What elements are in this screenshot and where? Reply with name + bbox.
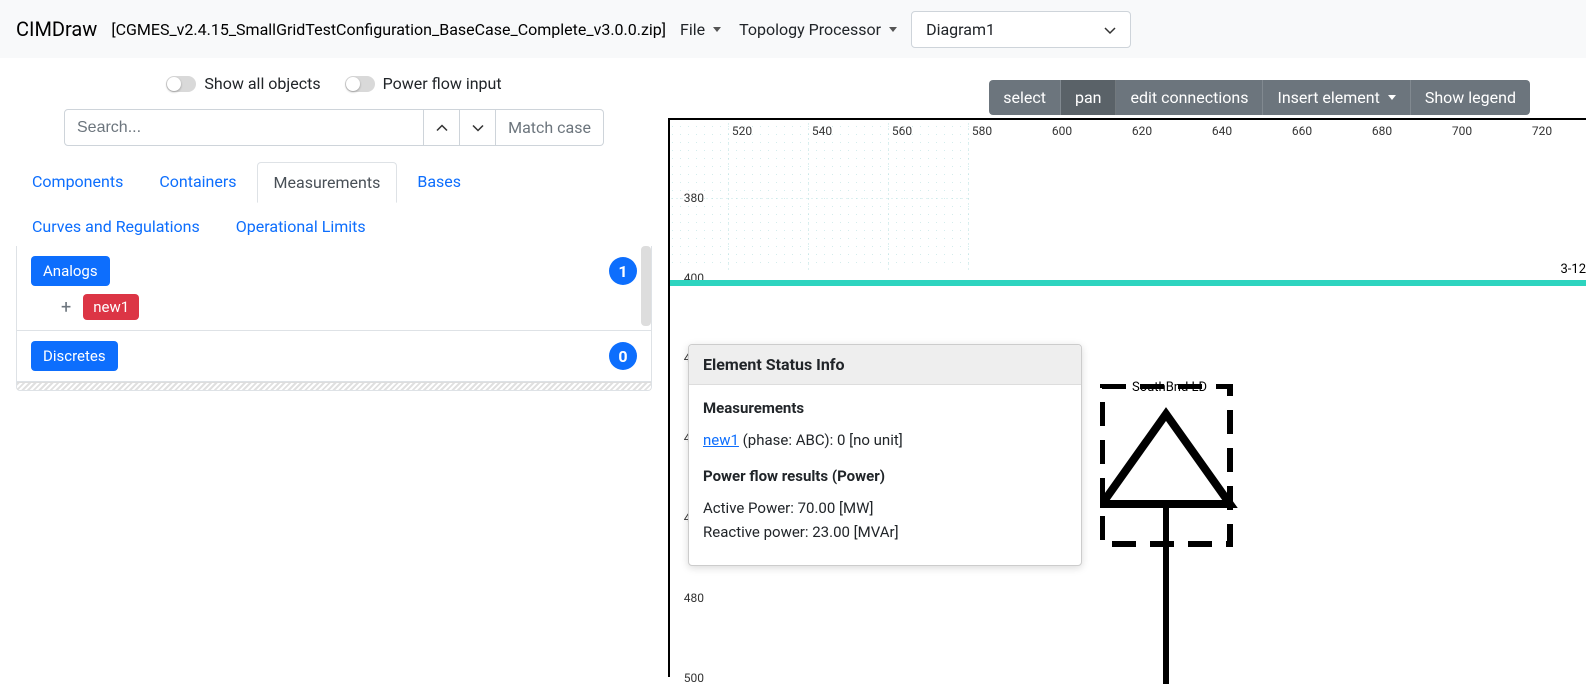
measurement-link[interactable]: new1 [703, 431, 739, 449]
popup-title: Element Status Info [689, 345, 1081, 385]
loaded-filename: [CGMES_v2.4.15_SmallGridTestConfiguratio… [111, 20, 666, 39]
edit-connections-button[interactable]: edit connections [1116, 80, 1263, 115]
show-legend-button[interactable]: Show legend [1411, 80, 1530, 115]
active-power-value: Active Power: 70.00 [MW] [703, 499, 1067, 517]
tab-containers[interactable]: Containers [143, 162, 252, 203]
powerflow-label: Power flow input [383, 74, 502, 93]
resize-handle[interactable] [17, 382, 651, 390]
ruler-x: 520 540 560 580 600 620 640 660 680 700 … [670, 120, 1586, 140]
tree-tabs: Components Containers Measurements Bases… [0, 162, 668, 246]
diagram-canvas[interactable]: select pan edit connections Insert eleme… [668, 118, 1586, 677]
element-status-popup: Element Status Info Measurements new1 (p… [688, 344, 1082, 566]
powerflow-toggle[interactable] [345, 76, 375, 92]
analogs-count: 1 [609, 257, 637, 285]
load-element[interactable]: SouthBnd LD [1100, 384, 1250, 688]
show-all-toggle[interactable] [166, 76, 196, 92]
search-next-button[interactable] [460, 109, 496, 146]
diagram-select[interactable]: Diagram1 [911, 11, 1131, 48]
tab-curves[interactable]: Curves and Regulations [16, 207, 216, 246]
discretes-button[interactable]: Discretes [31, 341, 118, 371]
analog-item-new1[interactable]: new1 [83, 294, 139, 320]
tab-components[interactable]: Components [16, 162, 139, 203]
chevron-down-icon [1104, 20, 1116, 39]
discretes-count: 0 [609, 342, 637, 370]
tree-group-analogs: Analogs 1 [17, 246, 651, 286]
show-all-label: Show all objects [204, 74, 320, 93]
scrollbar[interactable] [641, 246, 651, 326]
select-mode-button[interactable]: select [989, 80, 1061, 115]
tree-group-discretes: Discretes 0 [17, 330, 651, 382]
plus-icon[interactable]: + [57, 297, 75, 318]
match-case-button[interactable]: Match case [496, 109, 604, 146]
load-label: SouthBnd LD [1132, 380, 1207, 395]
grid-background [670, 120, 970, 270]
file-menu[interactable]: File [676, 20, 725, 39]
topology-menu[interactable]: Topology Processor [735, 20, 901, 39]
bus-bar[interactable]: 3-12 [670, 280, 1586, 286]
bus-label: 3-12 [1560, 262, 1586, 277]
object-tree: Analogs 1 + new1 Discretes 0 [16, 246, 652, 391]
navbar: CIMDraw [CGMES_v2.4.15_SmallGridTestConf… [0, 0, 1586, 58]
analogs-button[interactable]: Analogs [31, 256, 110, 286]
tree-item: + new1 [17, 286, 651, 330]
chevron-down-icon [889, 27, 897, 32]
tab-measurements[interactable]: Measurements [257, 162, 398, 203]
powerflow-heading: Power flow results (Power) [703, 467, 1067, 485]
chevron-down-icon [1388, 95, 1396, 100]
app-brand: CIMDraw [16, 17, 97, 41]
search-input[interactable] [64, 109, 424, 146]
tab-oplimits[interactable]: Operational Limits [220, 207, 382, 246]
measurement-detail: (phase: ABC): 0 [no unit] [739, 431, 903, 449]
reactive-power-value: Reactive power: 23.00 [MVAr] [703, 523, 1067, 541]
canvas-toolbar: select pan edit connections Insert eleme… [989, 80, 1530, 115]
measurements-heading: Measurements [703, 399, 1067, 417]
chevron-down-icon [713, 27, 721, 32]
pan-mode-button[interactable]: pan [1061, 80, 1117, 115]
tab-bases[interactable]: Bases [401, 162, 477, 203]
insert-element-button[interactable]: Insert element [1263, 80, 1410, 115]
search-prev-button[interactable] [424, 109, 460, 146]
left-panel: Show all objects Power flow input Match … [0, 58, 668, 677]
